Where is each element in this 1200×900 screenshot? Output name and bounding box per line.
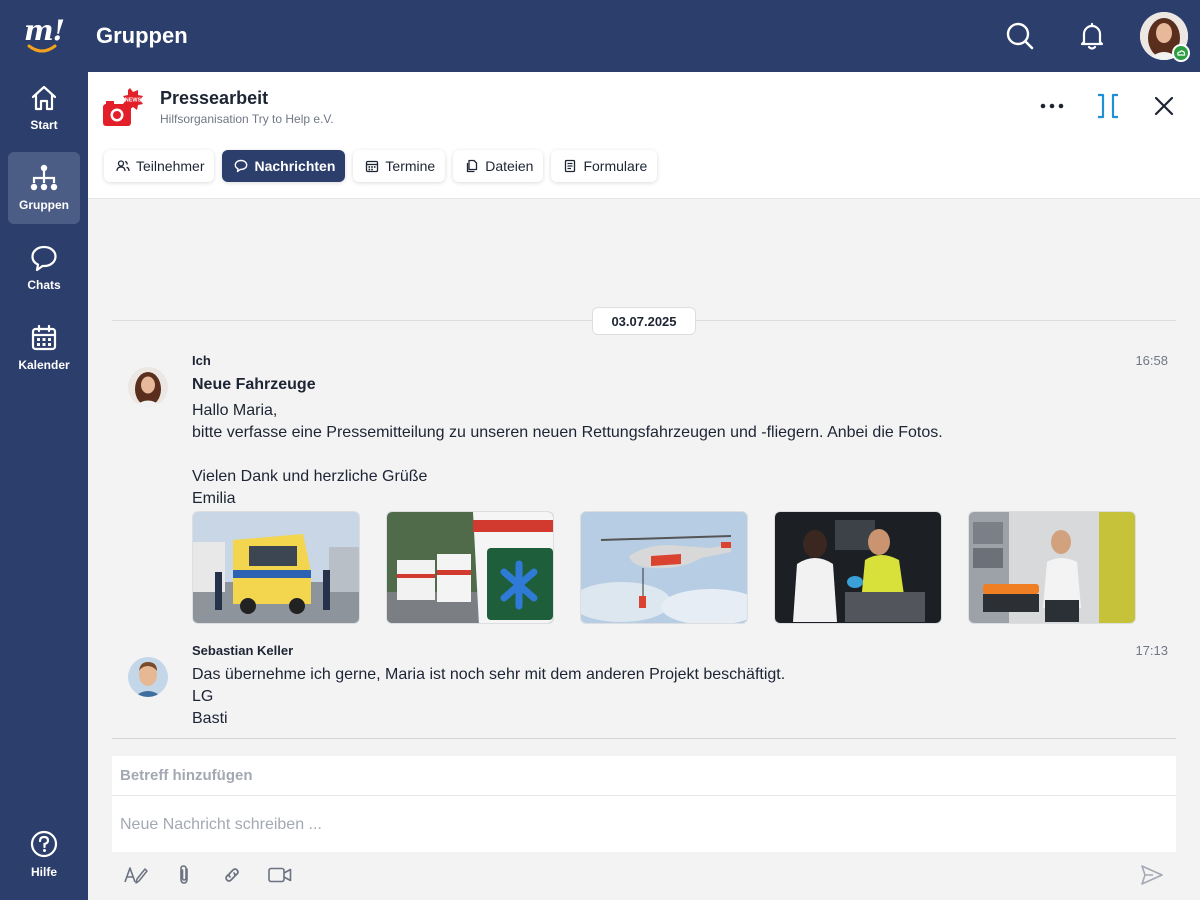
subject-input[interactable] xyxy=(112,756,1176,796)
avatar-photo xyxy=(128,657,168,697)
cloud-check-icon xyxy=(1177,50,1186,56)
message-subject: Neue Fahrzeuge xyxy=(192,376,316,393)
nav-item-chats[interactable]: Chats xyxy=(8,232,80,304)
composer-divider xyxy=(112,738,1176,739)
ambulance-photo xyxy=(193,512,359,623)
message-text-line: LG xyxy=(192,688,214,705)
message-avatar-sebastian-keller[interactable] xyxy=(128,657,168,697)
groups-icon xyxy=(30,164,58,191)
collapse-icon xyxy=(1098,93,1118,119)
message-time: 17:13 xyxy=(1135,643,1168,658)
group-tabs: Teilnehmer Nachrichten Termine Dateien F… xyxy=(104,150,658,182)
message-text-line: Basti xyxy=(192,710,228,727)
app-logo[interactable]: m! xyxy=(24,14,66,58)
message-text-line: Hallo Maria, xyxy=(192,402,278,419)
close-panel-button[interactable] xyxy=(1148,92,1180,120)
tab-label: Formulare xyxy=(583,158,648,174)
people-icon xyxy=(116,160,130,172)
group-avatar: NEWS xyxy=(102,86,146,130)
group-subtitle: Hilfsorganisation Try to Help e.V. xyxy=(160,112,334,126)
nav-item-label: Hilfe xyxy=(30,865,57,879)
group-panel: NEWS Pressearbeit Hilfsorganisation Try … xyxy=(88,72,1200,900)
collapse-panel-button[interactable] xyxy=(1092,92,1124,120)
avatar-photo xyxy=(128,367,168,407)
calendar-icon xyxy=(31,324,57,351)
paperclip-icon xyxy=(180,865,188,884)
notifications-button[interactable] xyxy=(1076,20,1108,52)
attachment-image-ambulance-fleet[interactable] xyxy=(386,511,554,624)
send-icon xyxy=(1141,865,1163,885)
tab-formulare[interactable]: Formulare xyxy=(551,150,658,182)
message-text-line: bitte verfasse eine Pressemitteilung zu … xyxy=(192,424,943,441)
message-input[interactable] xyxy=(112,797,1176,852)
attachment-image-ambulance[interactable] xyxy=(192,511,360,624)
tab-termine[interactable]: Termine xyxy=(353,150,446,182)
help-icon xyxy=(30,830,58,858)
tab-nachrichten[interactable]: Nachrichten xyxy=(222,150,346,182)
nav-item-label: Start xyxy=(30,118,58,132)
message-sender: Ich xyxy=(192,353,211,368)
group-name: Pressearbeit xyxy=(160,88,269,108)
text-format-button[interactable] xyxy=(122,862,150,888)
attachment-image-ambulance-interior[interactable] xyxy=(968,511,1136,624)
message-text-line: Das übernehme ich gerne, Maria ist noch … xyxy=(192,666,786,683)
link-icon xyxy=(225,868,239,882)
tab-label: Dateien xyxy=(485,158,534,174)
helicopter-photo xyxy=(581,512,747,623)
close-icon xyxy=(1154,96,1174,116)
message-composer xyxy=(112,756,1176,852)
search-icon xyxy=(1006,22,1034,50)
group-header: NEWS Pressearbeit Hilfsorganisation Try … xyxy=(88,72,1200,199)
nav-item-kalender[interactable]: Kalender xyxy=(8,312,80,384)
tab-label: Termine xyxy=(385,158,436,174)
more-options-button[interactable] xyxy=(1036,92,1068,120)
insert-link-button[interactable] xyxy=(218,862,246,888)
home-icon xyxy=(31,85,57,111)
send-button[interactable] xyxy=(1138,862,1166,888)
more-dots-icon xyxy=(1040,103,1064,109)
paramedics-photo xyxy=(775,512,941,623)
date-separator: 03.07.2025 xyxy=(592,307,696,335)
top-bar: m! Gruppen xyxy=(0,0,1200,72)
message-avatar-ich[interactable] xyxy=(128,367,168,407)
video-call-button[interactable] xyxy=(266,862,294,888)
message-sender: Sebastian Keller xyxy=(192,643,294,658)
text-format-icon xyxy=(124,867,148,884)
logo-smile-icon xyxy=(27,44,57,53)
attachment-image-paramedics[interactable] xyxy=(774,511,942,624)
message-text-line: Vielen Dank und herzliche Grüße xyxy=(192,468,428,485)
search-button[interactable] xyxy=(1004,20,1036,52)
files-icon xyxy=(467,159,478,173)
nav-item-label: Chats xyxy=(27,278,61,292)
ambulance-interior-photo xyxy=(969,512,1135,623)
left-navigation: Start Gruppen Chats Kalender Hilfe xyxy=(0,72,88,900)
calendar-icon xyxy=(366,160,379,173)
online-status-badge xyxy=(1172,44,1190,62)
message-time: 16:58 xyxy=(1135,353,1168,368)
chat-bubble-icon xyxy=(31,245,57,272)
camera-news-icon: NEWS xyxy=(103,88,143,126)
user-avatar[interactable] xyxy=(1140,12,1190,62)
attachment-image-helicopter[interactable] xyxy=(580,511,748,624)
tab-label: Teilnehmer xyxy=(136,158,205,174)
nav-item-label: Gruppen xyxy=(19,198,69,212)
tab-label: Nachrichten xyxy=(254,158,336,174)
page-title: Gruppen xyxy=(96,23,188,48)
attach-file-button[interactable] xyxy=(170,862,198,888)
app-logo-text: m! xyxy=(24,14,65,47)
news-badge-text: NEWS xyxy=(125,98,142,104)
nav-item-hilfe[interactable]: Hilfe xyxy=(8,818,80,890)
bell-icon xyxy=(1080,22,1104,50)
nav-item-start[interactable]: Start xyxy=(8,72,80,144)
nav-item-gruppen[interactable]: Gruppen xyxy=(8,152,80,224)
form-icon xyxy=(565,159,576,173)
ambulance-fleet-photo xyxy=(387,512,553,623)
tab-dateien[interactable]: Dateien xyxy=(453,150,544,182)
message-text-line: Emilia xyxy=(192,490,236,507)
video-camera-icon xyxy=(268,867,292,883)
tab-teilnehmer[interactable]: Teilnehmer xyxy=(104,150,215,182)
nav-item-label: Kalender xyxy=(18,358,70,372)
speech-bubble-icon xyxy=(235,159,248,173)
